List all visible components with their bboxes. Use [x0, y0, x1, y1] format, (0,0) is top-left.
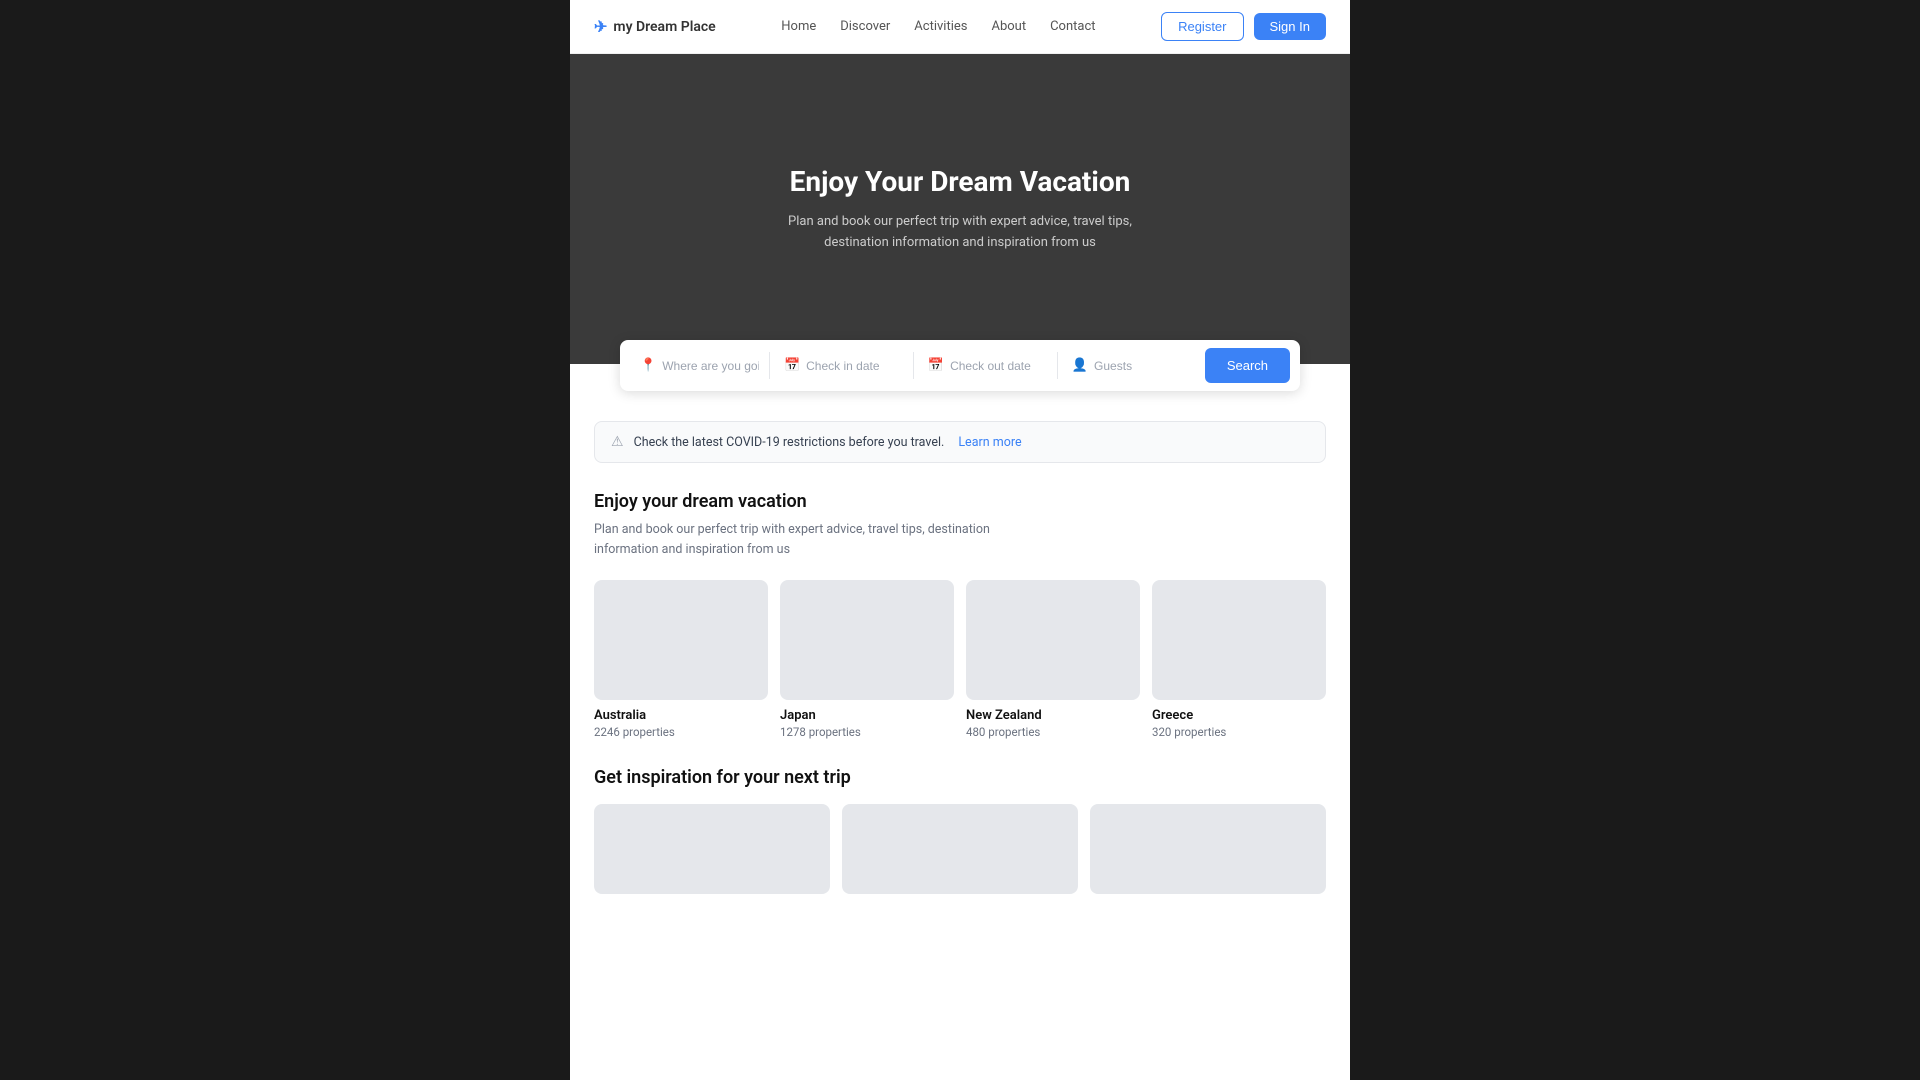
destination-count-greece: 320 properties: [1152, 725, 1326, 739]
nav-discover[interactable]: Discover: [840, 19, 890, 34]
checkin-input[interactable]: [806, 359, 903, 373]
destination-card-greece[interactable]: Greece 320 properties: [1152, 580, 1326, 739]
destination-image-australia: [594, 580, 768, 700]
destination-count-australia: 2246 properties: [594, 725, 768, 739]
navbar-links: Home Discover Activities About Contact: [781, 19, 1095, 34]
guests-icon: 👤: [1072, 358, 1088, 373]
hero-subtitle: Plan and book our perfect trip with expe…: [760, 212, 1160, 254]
destination-name-japan: Japan: [780, 708, 954, 723]
guests-field[interactable]: 👤: [1062, 352, 1201, 379]
register-button[interactable]: Register: [1161, 12, 1243, 41]
calendar-checkout-icon: 📅: [928, 358, 944, 373]
guests-input[interactable]: [1094, 359, 1191, 373]
destination-card-australia[interactable]: Australia 2246 properties: [594, 580, 768, 739]
inspiration-card-2[interactable]: [842, 804, 1078, 894]
destination-card-new-zealand[interactable]: New Zealand 480 properties: [966, 580, 1140, 739]
checkout-input[interactable]: [950, 359, 1047, 373]
calendar-checkin-icon: 📅: [784, 358, 800, 373]
destination-card-japan[interactable]: Japan 1278 properties: [780, 580, 954, 739]
plane-icon: ✈: [594, 17, 607, 36]
checkin-field[interactable]: 📅: [774, 352, 914, 379]
search-button[interactable]: Search: [1205, 348, 1290, 383]
nav-about[interactable]: About: [991, 19, 1026, 34]
nav-contact[interactable]: Contact: [1050, 19, 1095, 34]
inspiration-title: Get inspiration for your next trip: [594, 767, 1326, 788]
destination-name-greece: Greece: [1152, 708, 1326, 723]
warning-icon: ⚠: [611, 434, 624, 450]
signin-button[interactable]: Sign In: [1254, 13, 1326, 40]
hero-title: Enjoy Your Dream Vacation: [790, 165, 1131, 198]
inspiration-card-1[interactable]: [594, 804, 830, 894]
navbar: ✈ my Dream Place Home Discover Activitie…: [570, 0, 1350, 54]
destination-name-new-zealand: New Zealand: [966, 708, 1140, 723]
navbar-actions: Register Sign In: [1161, 12, 1326, 41]
page-wrapper: ✈ my Dream Place Home Discover Activitie…: [570, 0, 1350, 1080]
search-bar-wrapper: 📍 📅 📅 👤 Search: [570, 340, 1350, 391]
covid-learn-more-link[interactable]: Learn more: [958, 435, 1021, 450]
covid-banner: ⚠ Check the latest COVID-19 restrictions…: [594, 421, 1326, 463]
destination-image-new-zealand: [966, 580, 1140, 700]
inspiration-section: Get inspiration for your next trip: [570, 755, 1350, 922]
nav-home[interactable]: Home: [781, 19, 816, 34]
where-field[interactable]: 📍: [630, 352, 770, 379]
destinations-section: Enjoy your dream vacation Plan and book …: [570, 463, 1350, 755]
destination-image-greece: [1152, 580, 1326, 700]
checkout-field[interactable]: 📅: [918, 352, 1058, 379]
destinations-title: Enjoy your dream vacation: [594, 491, 1326, 512]
covid-text: Check the latest COVID-19 restrictions b…: [634, 435, 945, 450]
brand-name: my Dream Place: [613, 19, 715, 35]
destination-name-australia: Australia: [594, 708, 768, 723]
brand: ✈ my Dream Place: [594, 17, 716, 36]
nav-activities[interactable]: Activities: [914, 19, 967, 34]
destinations-description: Plan and book our perfect trip with expe…: [594, 520, 1014, 560]
hero-section: Enjoy Your Dream Vacation Plan and book …: [570, 54, 1350, 364]
inspiration-grid: [594, 804, 1326, 894]
destination-image-japan: [780, 580, 954, 700]
where-input[interactable]: [662, 359, 759, 373]
inspiration-card-3[interactable]: [1090, 804, 1326, 894]
destination-count-japan: 1278 properties: [780, 725, 954, 739]
search-bar: 📍 📅 📅 👤 Search: [620, 340, 1300, 391]
location-icon: 📍: [640, 358, 656, 373]
destination-count-new-zealand: 480 properties: [966, 725, 1140, 739]
destination-grid: Australia 2246 properties Japan 1278 pro…: [594, 580, 1326, 739]
